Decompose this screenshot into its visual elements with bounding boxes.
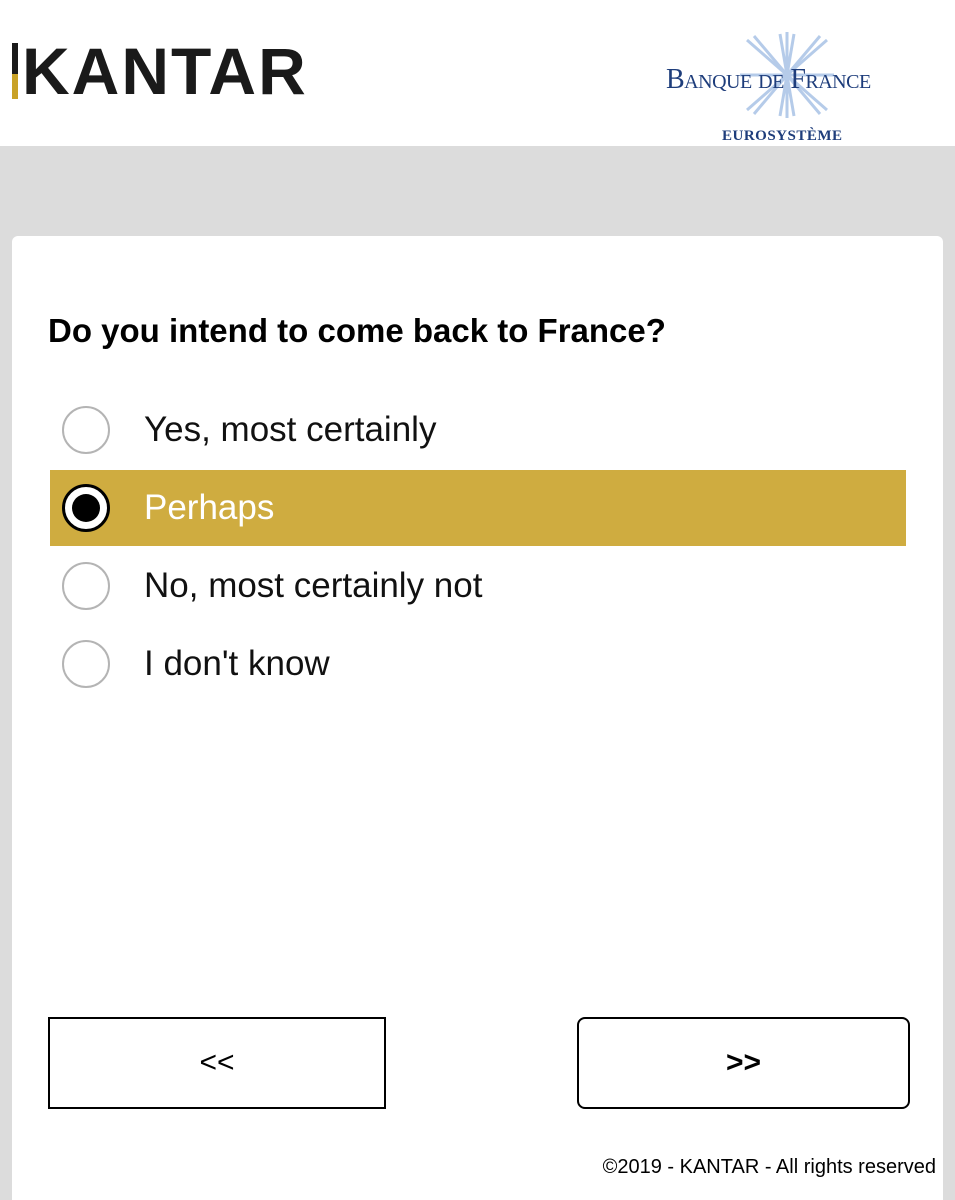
survey-card: Do you intend to come back to France? Ye…: [12, 236, 943, 1200]
next-button[interactable]: >>: [577, 1017, 910, 1109]
radio-button[interactable]: [62, 562, 110, 610]
option-i-dont-know[interactable]: I don't know: [50, 626, 906, 702]
copyright-footer: ©2019 - KANTAR - All rights reserved: [602, 1156, 936, 1178]
radio-dot-icon: [72, 494, 100, 522]
page-header: KANTAR Banque de France EUROSYSTÈME: [0, 0, 955, 146]
back-button[interactable]: <<: [48, 1017, 386, 1109]
kantar-logo-bar: [12, 43, 18, 99]
radio-button[interactable]: [62, 640, 110, 688]
answer-options: Yes, most certainly Perhaps No, most cer…: [50, 392, 906, 704]
option-label: Perhaps: [144, 488, 275, 527]
radio-button[interactable]: [62, 484, 110, 532]
banque-de-france-logo: Banque de France EUROSYSTÈME: [660, 30, 910, 148]
option-label: I don't know: [144, 644, 330, 683]
option-perhaps[interactable]: Perhaps: [50, 470, 906, 546]
kantar-logo-text: KANTAR: [22, 34, 308, 108]
banque-de-france-subtitle: EUROSYSTÈME: [722, 128, 843, 144]
option-label: Yes, most certainly: [144, 410, 437, 449]
kantar-logo: KANTAR: [12, 34, 308, 108]
question-title: Do you intend to come back to France?: [48, 312, 666, 349]
option-label: No, most certainly not: [144, 566, 483, 605]
option-no-most-certainly-not[interactable]: No, most certainly not: [50, 548, 906, 624]
radio-button[interactable]: [62, 406, 110, 454]
option-yes-most-certainly[interactable]: Yes, most certainly: [50, 392, 906, 468]
banque-de-france-name: Banque de France: [666, 64, 871, 95]
